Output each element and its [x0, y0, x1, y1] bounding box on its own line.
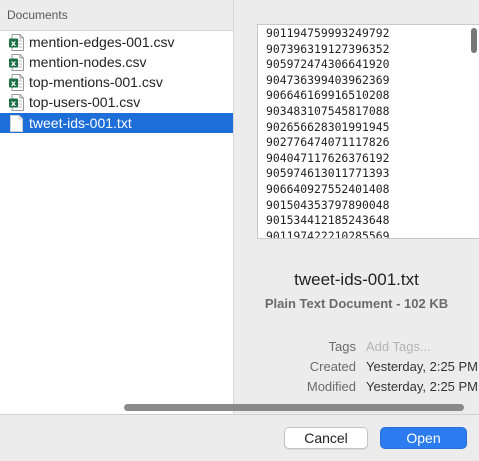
location-label: Documents — [7, 8, 68, 22]
open-button[interactable]: Open — [380, 427, 467, 449]
tags-label: Tags — [328, 339, 356, 354]
tags-field[interactable]: Add Tags... — [366, 339, 479, 354]
file-row[interactable]: x mention-nodes.csv — [0, 52, 233, 72]
preview-line: 906640927552401408 — [266, 181, 390, 196]
preview-line: 907396319127396352 — [266, 41, 390, 56]
preview-line: 905972474306641920 — [266, 57, 390, 72]
file-row[interactable]: tweet-ids-001.txt — [0, 113, 233, 133]
preview-line: 903483107545817088 — [266, 103, 390, 118]
preview-line: 905974613011771393 — [266, 166, 390, 181]
excel-csv-icon: x — [9, 73, 24, 91]
modified-value: Yesterday, 2:25 PM — [366, 379, 479, 394]
svg-text:x: x — [11, 39, 17, 48]
file-name-label: mention-nodes.csv — [29, 54, 147, 70]
file-name-label: top-users-001.csv — [29, 94, 141, 110]
text-document-icon — [9, 114, 24, 132]
preview-line: 901534412185243648 — [266, 213, 390, 228]
file-row[interactable]: x mention-edges-001.csv — [0, 32, 233, 52]
preview-file-name: tweet-ids-001.txt — [294, 270, 419, 289]
file-preview[interactable]: 901194759993249792 907396319127396352 9059… — [257, 24, 479, 239]
preview-line: 904047117626376192 — [266, 150, 390, 165]
file-row[interactable]: x top-users-001.csv — [0, 92, 233, 112]
preview-line: 901194759993249792 — [266, 26, 390, 40]
preview-line: 904736399403962369 — [266, 72, 390, 87]
horizontal-scrollbar[interactable] — [124, 404, 464, 411]
preview-text: 901194759993249792 907396319127396352 9059… — [266, 26, 390, 239]
svg-text:x: x — [11, 99, 17, 108]
excel-csv-icon: x — [9, 53, 24, 71]
file-name-label: mention-edges-001.csv — [29, 34, 175, 50]
file-name-label: top-mentions-001.csv — [29, 74, 163, 90]
location-header: Documents — [0, 0, 233, 31]
preview-line: 906646169916510208 — [266, 88, 390, 103]
preview-line: 901504353797890048 — [266, 197, 390, 212]
preview-line: 902776474071117826 — [266, 135, 390, 150]
excel-csv-icon: x — [9, 93, 24, 111]
svg-text:x: x — [11, 59, 17, 68]
cancel-button[interactable]: Cancel — [284, 427, 368, 449]
preview-scrollbar[interactable] — [471, 28, 477, 53]
file-name-label: tweet-ids-001.txt — [29, 115, 132, 131]
preview-file-kind: Plain Text Document - 102 KB — [264, 296, 449, 311]
svg-text:x: x — [11, 79, 17, 88]
created-label: Created — [309, 359, 356, 374]
excel-csv-icon: x — [9, 33, 24, 51]
preview-line: 901197422210285569 — [266, 228, 390, 239]
file-list-pane[interactable]: Documents x mention-edges-001.csv x mention… — [0, 0, 234, 414]
file-row[interactable]: x top-mentions-001.csv — [0, 72, 233, 92]
created-value: Yesterday, 2:25 PM — [366, 359, 479, 374]
modified-label: Modified — [306, 379, 356, 394]
preview-line: 902656628301991945 — [266, 119, 390, 134]
